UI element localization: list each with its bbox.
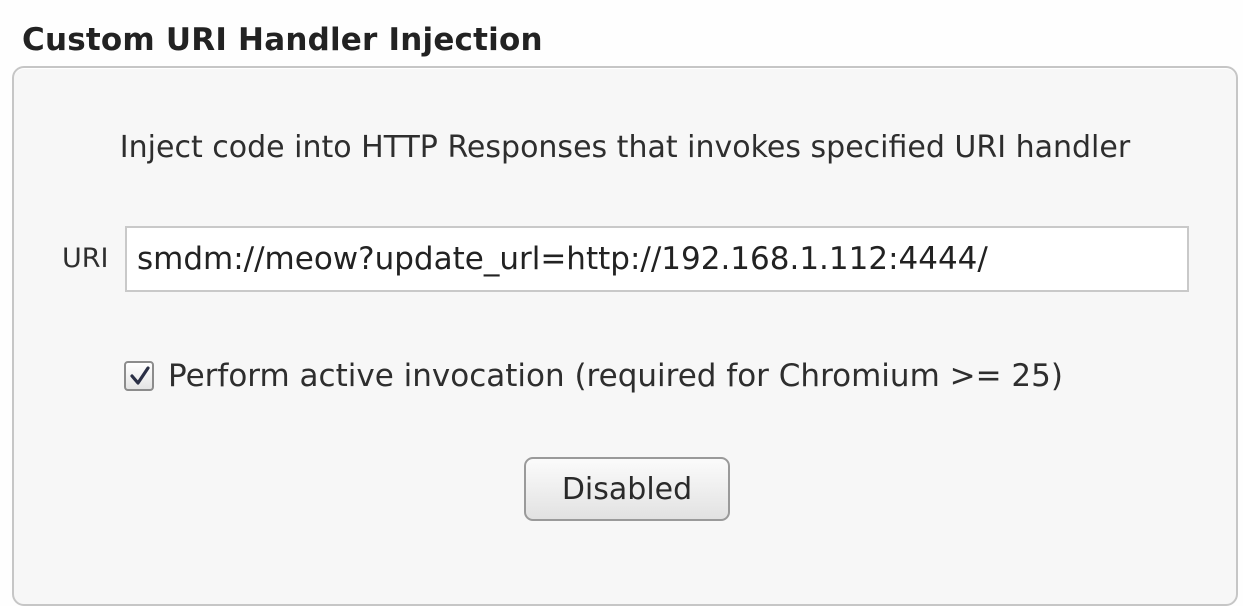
uri-input[interactable]: [125, 226, 1189, 292]
active-invocation-option[interactable]: Perform active invocation (required for …: [124, 358, 1063, 394]
active-invocation-label: Perform active invocation (required for …: [168, 358, 1063, 394]
active-invocation-checkbox[interactable]: [124, 361, 154, 391]
section-title: Custom URI Handler Injection: [22, 22, 543, 58]
uri-handler-panel: Inject code into HTTP Responses that inv…: [12, 66, 1238, 606]
disabled-toggle-button[interactable]: Disabled: [524, 457, 730, 521]
panel-description: Inject code into HTTP Responses that inv…: [119, 130, 1131, 165]
uri-label: URI: [62, 243, 109, 274]
checkmark-icon: [130, 366, 150, 385]
